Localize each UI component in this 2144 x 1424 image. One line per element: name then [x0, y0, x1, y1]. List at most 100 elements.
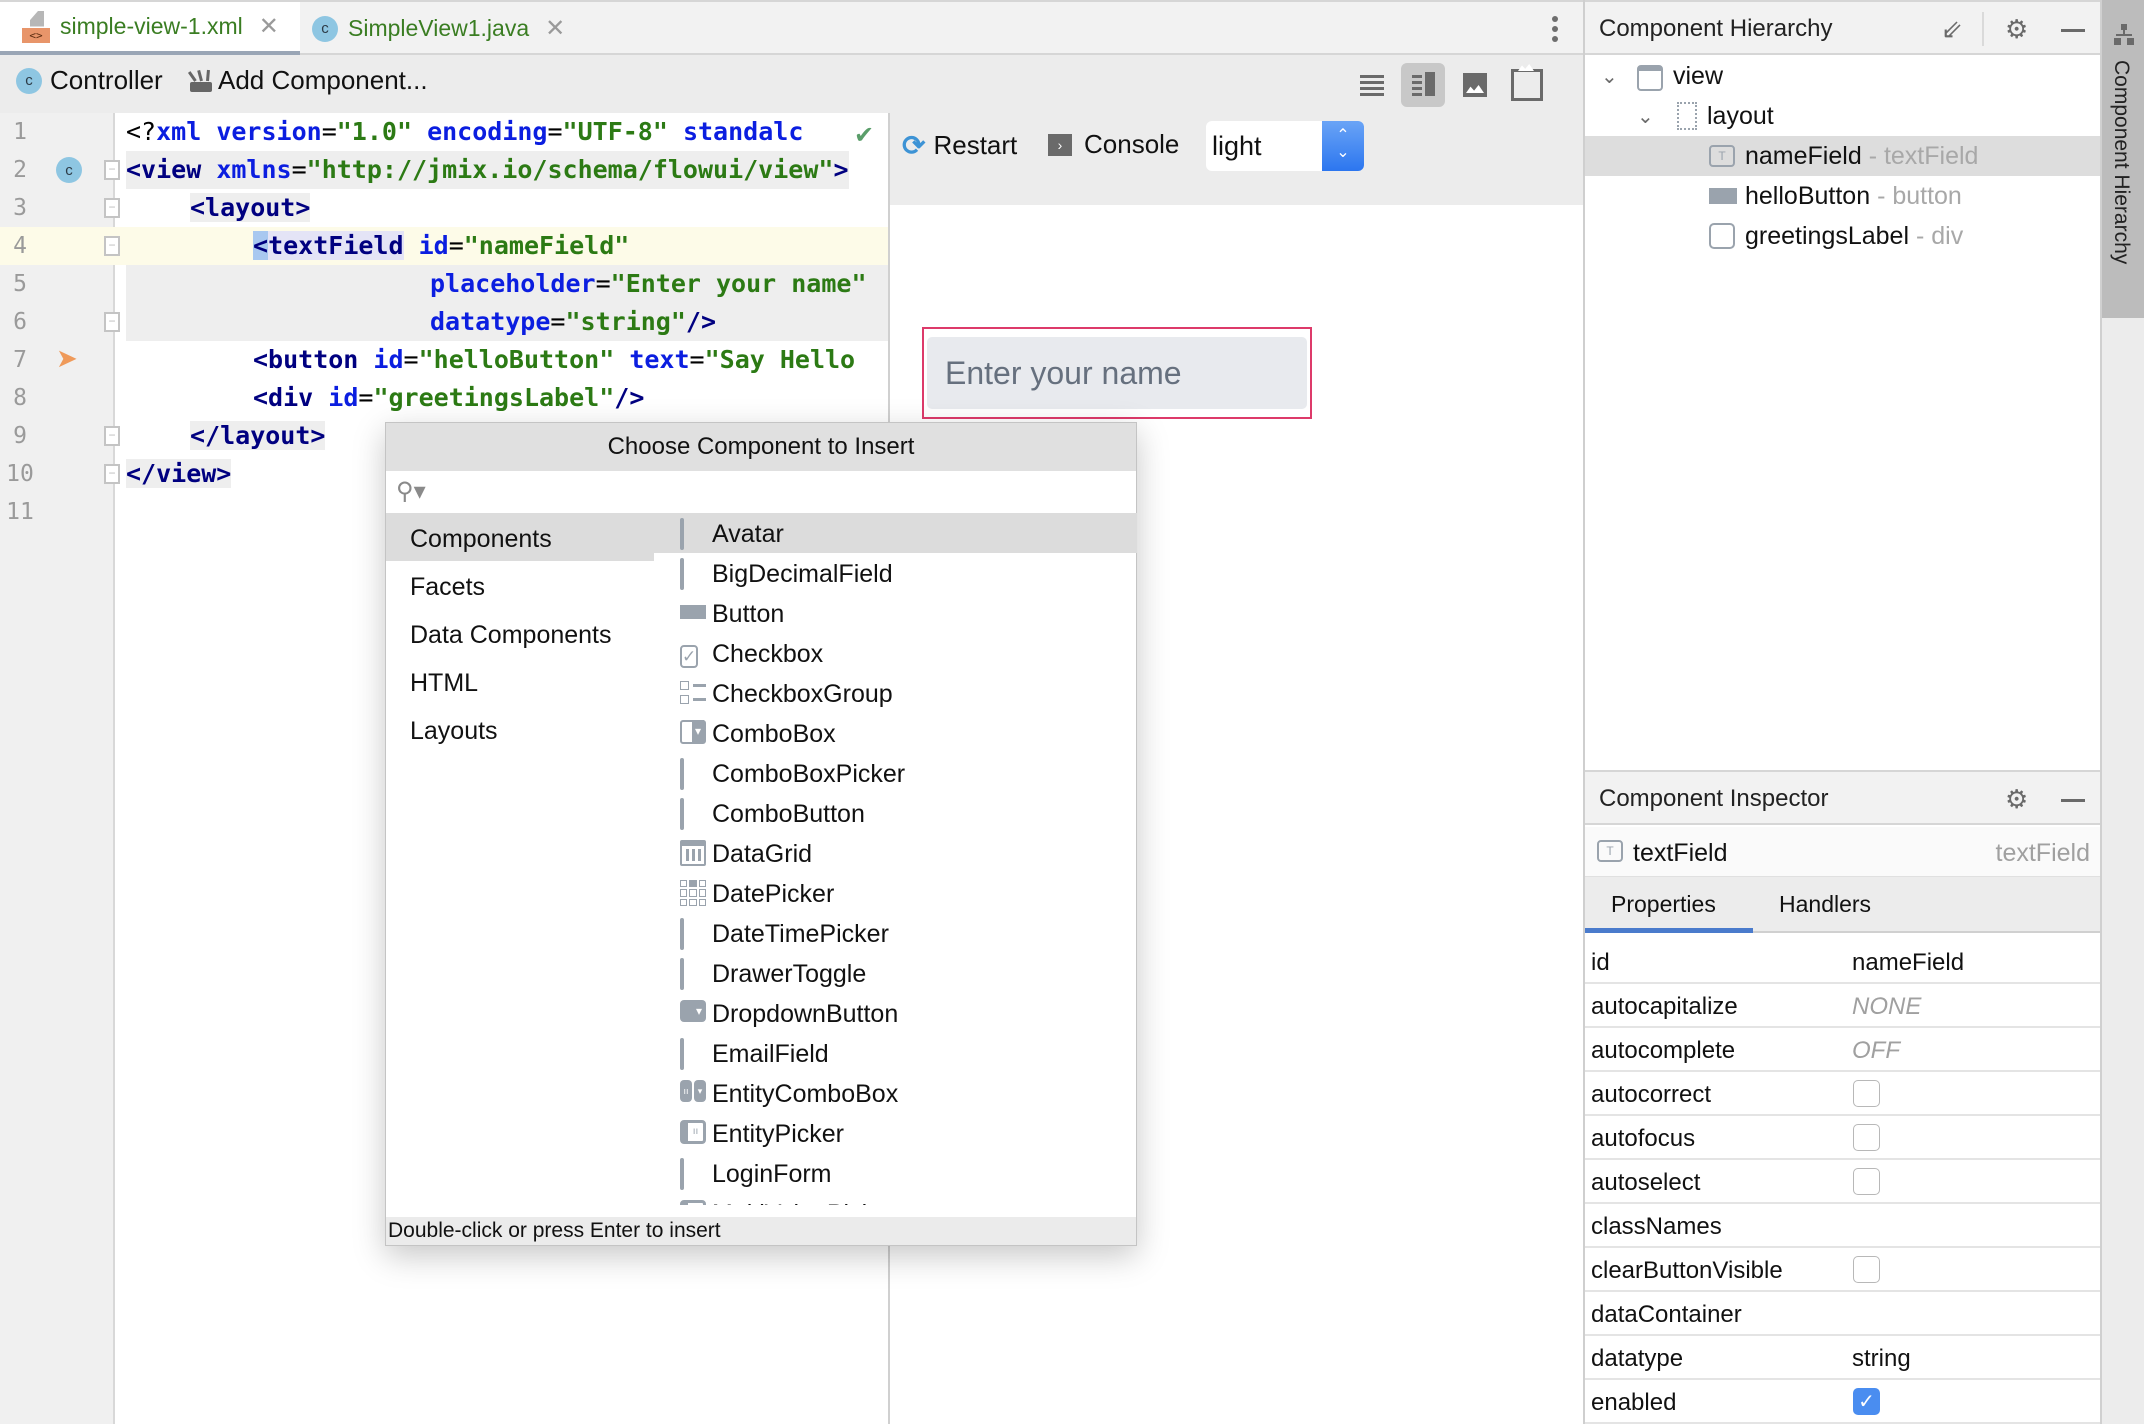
collapse-arrow-icon[interactable]: ⇙ — [1941, 14, 1963, 45]
component-item-emailfield[interactable]: EmailField — [654, 1033, 1137, 1073]
fold-marker-icon[interactable]: − — [104, 198, 120, 218]
property-checkbox[interactable]: ✓ — [1853, 1388, 1880, 1415]
property-checkbox[interactable] — [1853, 1256, 1880, 1283]
property-checkbox[interactable] — [1853, 1124, 1880, 1151]
console-button[interactable]: › Console — [1048, 129, 1179, 160]
component-item-comboboxpicker[interactable]: ComboBoxPicker — [654, 753, 1137, 793]
component-item-checkbox[interactable]: ✓ Checkbox — [654, 633, 1137, 673]
gear-icon[interactable]: ⚙ — [2005, 14, 2028, 45]
restart-button[interactable]: ⟳ Restart — [902, 129, 1017, 162]
component-item-label: LoginForm — [712, 1160, 832, 1188]
tab-label: simple-view-1.xml — [60, 13, 243, 39]
property-row-clearbuttonvisible[interactable]: clearButtonVisible — [1585, 1248, 2100, 1292]
line-number: 1 — [13, 119, 27, 145]
fold-marker-icon[interactable]: − — [104, 312, 120, 332]
component-item-label: EmailField — [712, 1040, 829, 1068]
tab-simple-view-java[interactable]: c SimpleView1.java ✕ — [310, 2, 565, 55]
search-icon[interactable]: ⚲▾ — [396, 477, 426, 506]
category-layouts[interactable]: Layouts — [386, 705, 654, 753]
category-components[interactable]: Components — [386, 513, 654, 561]
property-row-enabled[interactable]: enabled ✓ — [1585, 1380, 2100, 1424]
category-data-components[interactable]: Data Components — [386, 609, 654, 657]
preview-only-mode-button[interactable] — [1453, 63, 1497, 107]
property-checkbox[interactable] — [1853, 1168, 1880, 1195]
component-item-datetimepicker[interactable]: DateTimePicker — [654, 913, 1137, 953]
line-number: 9 — [13, 423, 27, 449]
theme-select[interactable]: light ⌃ ⌄ — [1206, 121, 1364, 171]
component-item-checkboxgroup[interactable]: CheckboxGroup — [654, 673, 1137, 713]
tab-simple-view-xml[interactable]: <> simple-view-1.xml ✕ — [0, 2, 300, 55]
property-row-autocorrect[interactable]: autocorrect — [1585, 1072, 2100, 1116]
line-number: 6 — [13, 309, 27, 335]
close-icon[interactable]: ✕ — [545, 14, 565, 43]
component-item-drawertoggle[interactable]: DrawerToggle — [654, 953, 1137, 993]
combo-component-icon — [680, 720, 706, 744]
component-hierarchy-stripe-button[interactable]: Component Hierarchy — [2102, 0, 2144, 318]
framed-image-icon — [1511, 69, 1543, 101]
div-icon — [1709, 223, 1735, 249]
split-mode-button[interactable] — [1401, 63, 1445, 107]
tree-node-hellobutton[interactable]: helloButton - button — [1585, 176, 2100, 216]
chevron-down-icon[interactable]: ⌄ — [1601, 64, 1618, 89]
property-row-autofocus[interactable]: autofocus — [1585, 1116, 2100, 1160]
component-item-datepicker[interactable]: DatePicker — [654, 873, 1137, 913]
chevron-down-icon[interactable]: ⌄ — [1637, 104, 1654, 129]
component-item-label: CheckboxGroup — [712, 680, 893, 708]
component-item-loginform[interactable]: LoginForm — [654, 1153, 1137, 1193]
controller-button[interactable]: c Controller — [16, 65, 163, 96]
component-item-button[interactable]: Button — [654, 593, 1137, 633]
component-item-entitypicker[interactable]: ıı EntityPicker — [654, 1113, 1137, 1153]
tree-node-greetingslabel[interactable]: greetingsLabel - div — [1585, 216, 2100, 256]
more-options-icon[interactable] — [1552, 16, 1558, 46]
tab-handlers[interactable]: Handlers — [1779, 891, 1871, 918]
preview-framed-mode-button[interactable] — [1505, 63, 1549, 107]
category-list: Components Facets Data Components HTML L… — [386, 513, 654, 1203]
inspection-ok-checkmark-icon[interactable]: ✔ — [846, 118, 882, 154]
add-component-button[interactable]: Add Component... — [187, 65, 428, 96]
line-number: 8 — [13, 385, 27, 411]
property-value[interactable]: nameField — [1852, 949, 1964, 977]
text-only-mode-button[interactable] — [1350, 63, 1394, 107]
tree-node-namefield[interactable]: T nameField - textField — [1585, 136, 2100, 176]
console-icon: › — [1048, 133, 1072, 156]
close-icon[interactable]: ✕ — [259, 12, 279, 41]
category-html[interactable]: HTML — [386, 657, 654, 705]
property-row-autocomplete[interactable]: autocomplete OFF — [1585, 1028, 2100, 1072]
property-value[interactable]: OFF — [1852, 1037, 1900, 1065]
component-search-input[interactable] — [434, 475, 1114, 509]
fold-marker-icon[interactable]: − — [104, 464, 120, 484]
property-row-id[interactable]: id nameField — [1585, 940, 2100, 984]
component-item-combobox[interactable]: ComboBox — [654, 713, 1137, 753]
category-facets[interactable]: Facets — [386, 561, 654, 609]
property-value[interactable]: NONE — [1852, 993, 1921, 1021]
tree-node-layout[interactable]: ⌄ layout — [1585, 96, 2100, 136]
component-item-datagrid[interactable]: DataGrid — [654, 833, 1137, 873]
fold-marker-icon[interactable]: − — [104, 236, 120, 256]
property-row-autocapitalize[interactable]: autocapitalize NONE — [1585, 984, 2100, 1028]
component-item-avatar[interactable]: Avatar — [654, 513, 1137, 553]
property-row-datatype[interactable]: datatype string — [1585, 1336, 2100, 1380]
property-row-classnames[interactable]: classNames — [1585, 1204, 2100, 1248]
property-value[interactable]: string — [1852, 1345, 1911, 1373]
gear-icon[interactable]: ⚙ — [2005, 784, 2028, 815]
tree-node-view[interactable]: ⌄ view — [1585, 56, 2100, 96]
hierarchy-icon — [2114, 24, 2134, 45]
minimize-icon[interactable] — [2061, 799, 2085, 802]
fold-marker-icon[interactable]: − — [104, 426, 120, 446]
fold-marker-icon[interactable]: − — [104, 160, 120, 180]
property-row-datacontainer[interactable]: dataContainer — [1585, 1292, 2100, 1336]
event-handler-gutter-icon[interactable]: ➤ — [56, 343, 78, 374]
name-field-preview[interactable]: Enter your name — [927, 337, 1307, 409]
component-list[interactable]: Avatar BigDecimalField Button ✓ Checkbox Chec… — [654, 513, 1137, 1205]
component-item-multivaluepicker[interactable]: ıı MultiValuePicker — [654, 1193, 1137, 1205]
controller-gutter-icon[interactable]: c — [56, 157, 82, 183]
component-item-entitycombobox[interactable]: ıı ▾ EntityComboBox — [654, 1073, 1137, 1113]
component-item-bigdecimalfield[interactable]: BigDecimalField — [654, 553, 1137, 593]
component-item-combobutton[interactable]: ComboButton — [654, 793, 1137, 833]
component-item-dropdownbutton[interactable]: ▾ DropdownButton — [654, 993, 1137, 1033]
minimize-icon[interactable] — [2061, 29, 2085, 32]
box-component-icon — [680, 958, 684, 990]
tab-properties[interactable]: Properties — [1611, 891, 1716, 918]
property-row-autoselect[interactable]: autoselect — [1585, 1160, 2100, 1204]
property-checkbox[interactable] — [1853, 1080, 1880, 1107]
